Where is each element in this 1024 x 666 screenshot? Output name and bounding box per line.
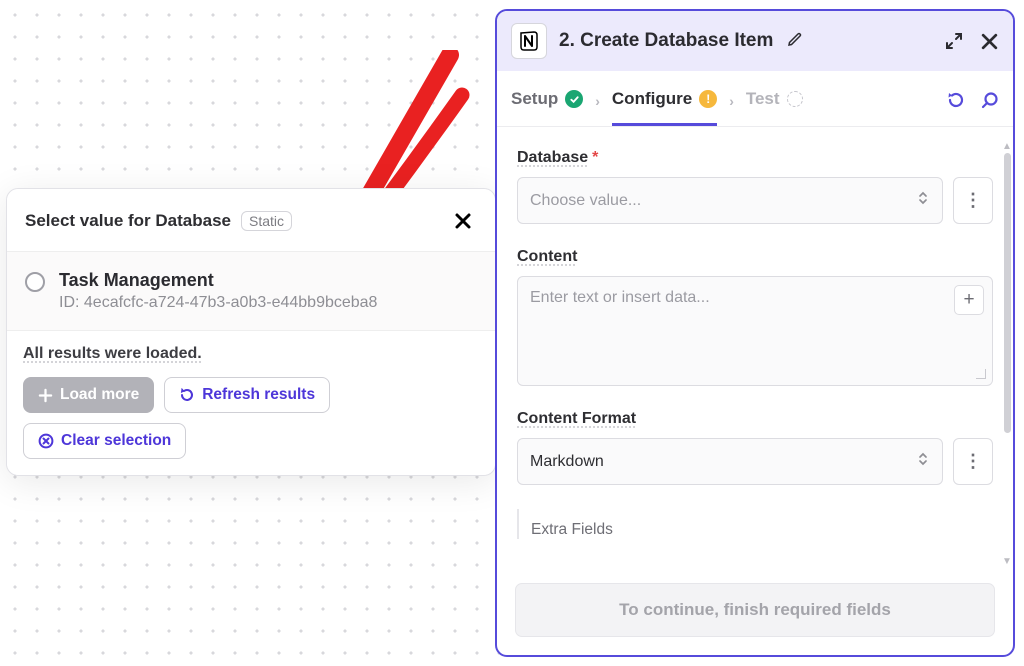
clear-selection-button[interactable]: Clear selection (23, 423, 186, 459)
close-panel-icon[interactable] (980, 32, 999, 51)
refresh-results-button[interactable]: Refresh results (164, 377, 330, 413)
clear-label: Clear selection (61, 432, 171, 450)
scroll-down-icon[interactable]: ▼ (1002, 556, 1011, 567)
static-chip[interactable]: Static (241, 211, 292, 231)
content-format-more-button[interactable]: ⋮ (953, 438, 993, 485)
insert-data-button[interactable]: + (954, 285, 984, 315)
popup-header: Select value for Database Static (7, 189, 495, 251)
load-more-label: Load more (60, 386, 139, 404)
scroll-up-icon[interactable]: ▲ (1002, 141, 1011, 152)
database-more-button[interactable]: ⋮ (953, 177, 993, 224)
tab-setup-label: Setup (511, 89, 558, 109)
content-textarea[interactable]: Enter text or insert data... + (517, 276, 993, 386)
tab-test: Test (746, 89, 803, 126)
radio-unchecked-icon[interactable] (25, 272, 45, 292)
content-format-label: Content Format (517, 410, 636, 428)
resize-handle-icon[interactable] (976, 369, 986, 379)
database-option[interactable]: Task Management ID: 4ecafcfc-a724-47b3-a… (25, 270, 477, 312)
tab-setup[interactable]: Setup (511, 89, 583, 126)
database-field: Database* Choose value... ⋮ (517, 149, 993, 224)
panel-title: 2. Create Database Item (559, 30, 773, 52)
popup-footer: All results were loaded. Load more Refre… (7, 330, 495, 475)
content-field-label: Content (517, 248, 577, 266)
content-placeholder: Enter text or insert data... (530, 289, 710, 306)
panel-header: 2. Create Database Item (497, 11, 1013, 71)
continue-button: To continue, finish required fields (515, 583, 995, 637)
expand-icon[interactable] (944, 31, 964, 51)
popup-body: Task Management ID: 4ecafcfc-a724-47b3-a… (7, 251, 495, 330)
database-field-label: Database* (517, 149, 598, 167)
content-format-field: Content Format Markdown ⋮ (517, 410, 993, 485)
step-tabs: Setup › Configure ! › Test (497, 71, 1013, 127)
extra-fields-title: Extra Fields (531, 521, 993, 539)
load-more-button: Load more (23, 377, 154, 413)
tab-test-label: Test (746, 89, 780, 109)
step-editor-panel: 2. Create Database Item Setup › Configur… (495, 9, 1015, 657)
content-format-value: Markdown (530, 453, 604, 471)
panel-footer: To continue, finish required fields (497, 569, 1013, 655)
undo-icon[interactable] (945, 90, 965, 115)
option-title: Task Management (59, 270, 377, 291)
select-chevron-icon (916, 189, 930, 212)
database-select[interactable]: Choose value... (517, 177, 943, 224)
database-selector-popup: Select value for Database Static Task Ma… (6, 188, 496, 476)
close-icon[interactable] (449, 207, 477, 235)
results-loaded-label: All results were loaded. (23, 345, 479, 363)
check-badge-icon (565, 90, 583, 108)
extra-fields-section: Extra Fields (517, 509, 993, 539)
tab-configure-label: Configure (612, 89, 692, 109)
select-chevron-icon (916, 450, 930, 473)
chevron-right-icon: › (729, 93, 734, 123)
notion-app-icon (511, 23, 547, 59)
search-icon[interactable] (979, 90, 999, 115)
tab-configure[interactable]: Configure ! (612, 89, 717, 126)
database-placeholder: Choose value... (530, 192, 641, 210)
content-field: Content Enter text or insert data... + (517, 248, 993, 386)
edit-title-icon[interactable] (787, 31, 803, 52)
popup-title: Select value for Database (25, 211, 231, 231)
warning-badge-icon: ! (699, 90, 717, 108)
chevron-right-icon: › (595, 93, 600, 123)
option-id: ID: 4ecafcfc-a724-47b3-a0b3-e44bb9bceba8 (59, 294, 377, 312)
scrollbar-thumb[interactable] (1004, 153, 1011, 433)
content-format-select[interactable]: Markdown (517, 438, 943, 485)
panel-body: Database* Choose value... ⋮ Content Ente… (497, 127, 1013, 569)
refresh-label: Refresh results (202, 386, 315, 404)
pending-badge-icon (787, 91, 803, 107)
